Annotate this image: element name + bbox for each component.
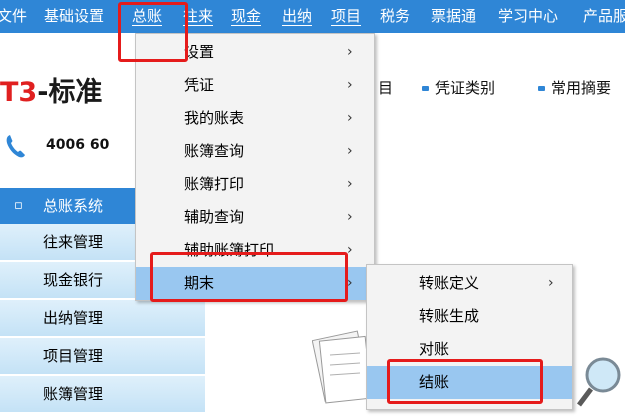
menu-item-ledger-print[interactable]: 账簿打印 › xyxy=(136,168,374,201)
menu-item-aux-ledger-print[interactable]: 辅助账簿打印 › xyxy=(136,234,374,267)
menu-item-ledger-query[interactable]: 账簿查询 › xyxy=(136,135,374,168)
chevron-right-icon: › xyxy=(347,209,353,225)
bullet-icon xyxy=(422,86,429,91)
menu-item-close-period[interactable]: 结账 xyxy=(367,366,572,399)
chevron-right-icon: › xyxy=(347,242,353,258)
menu-cashier[interactable]: 出纳 xyxy=(282,0,313,33)
nav-item-books[interactable]: 账簿管理 xyxy=(0,376,205,414)
menu-item-reconcile[interactable]: 对账 xyxy=(367,333,572,366)
menu-product-service[interactable]: 产品服 xyxy=(583,0,625,33)
toolbar-item-common-summary[interactable]: 常用摘要 xyxy=(538,77,611,98)
nav-item-project[interactable]: 项目管理 xyxy=(0,338,205,376)
menu-learning-center[interactable]: 学习中心 xyxy=(498,0,558,33)
menu-bar: 文件 基础设置 总账 往来 现金 出纳 项目 税务 票据通 学习中心 产品服 xyxy=(0,0,625,33)
general-ledger-dropdown: 设置 › 凭证 › 我的账表 › 账簿查询 › 账簿打印 › 辅助查询 › 辅助账簿打印 › … xyxy=(135,33,375,301)
magnifier-illustration xyxy=(577,357,621,407)
collapse-icon: ▫ xyxy=(14,198,23,213)
menu-general-ledger[interactable]: 总账 xyxy=(132,0,163,33)
menu-item-aux-query[interactable]: 辅助查询 › xyxy=(136,201,374,234)
menu-item-my-reports[interactable]: 我的账表 › xyxy=(136,102,374,135)
product-logo: T3-标准 xyxy=(0,77,103,108)
menu-project[interactable]: 项目 xyxy=(331,0,362,33)
document-illustration xyxy=(312,330,372,404)
menu-invoice-link[interactable]: 票据通 xyxy=(431,0,476,33)
menu-item-period-end[interactable]: 期末 › xyxy=(136,267,374,300)
menu-file[interactable]: 文件 xyxy=(0,0,27,33)
phone-icon xyxy=(6,135,25,158)
menu-item-voucher[interactable]: 凭证 › xyxy=(136,69,374,102)
menu-tax[interactable]: 税务 xyxy=(380,0,410,33)
chevron-right-icon: › xyxy=(347,110,353,126)
chevron-right-icon: › xyxy=(347,176,353,192)
chevron-right-icon: › xyxy=(347,77,353,93)
chevron-right-icon: › xyxy=(548,275,554,291)
menu-receivables[interactable]: 往来 xyxy=(183,0,214,33)
toolbar-item-account-code[interactable]: 目 xyxy=(378,77,393,98)
toolbar-item-voucher-types[interactable]: 凭证类别 xyxy=(422,77,495,98)
period-end-submenu: 转账定义 › 转账生成 对账 结账 xyxy=(366,264,573,410)
nav-item-cashier[interactable]: 出纳管理 xyxy=(0,300,205,338)
chevron-right-icon: › xyxy=(347,275,353,291)
menu-cash[interactable]: 现金 xyxy=(231,0,262,33)
menu-item-settings[interactable]: 设置 › xyxy=(136,36,374,69)
chevron-right-icon: › xyxy=(347,143,353,159)
support-phone: 4006 60 xyxy=(46,137,110,153)
menu-item-transfer-definition[interactable]: 转账定义 › xyxy=(367,267,572,300)
bullet-icon xyxy=(538,86,545,91)
menu-item-transfer-generate[interactable]: 转账生成 xyxy=(367,300,572,333)
menu-basic-settings[interactable]: 基础设置 xyxy=(44,0,104,33)
chevron-right-icon: › xyxy=(347,44,353,60)
